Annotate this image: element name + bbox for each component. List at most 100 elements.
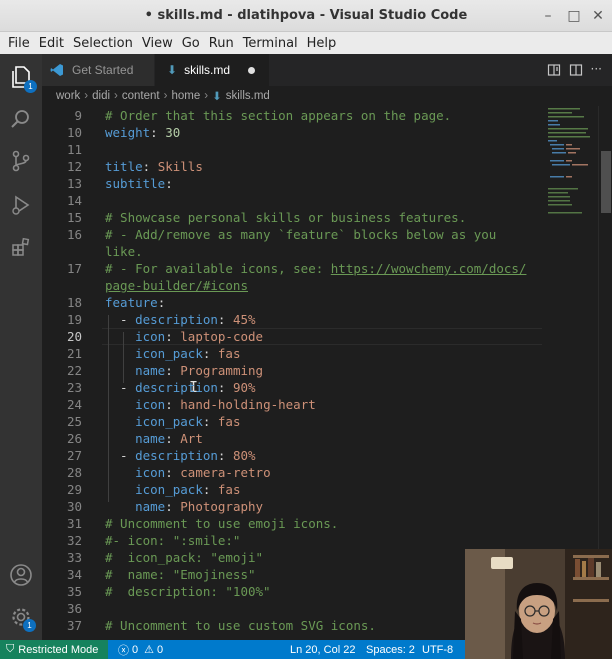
tab-bar: Get Started ⬇ skills.md ··· [42,54,612,86]
line-text: # description: "100%" [105,584,271,599]
modified-dot-icon[interactable] [248,66,256,74]
line-number: 31 [66,516,82,531]
line-number: 18 [66,295,82,310]
breadcrumb-item[interactable]: skills.md [226,90,270,102]
line-number: 16 [66,227,82,242]
line-text: icon_pack: fas [135,414,241,429]
menu-file[interactable]: File [4,36,34,51]
line-number: 32 [66,533,82,548]
split-editor-icon[interactable] [569,62,583,81]
title-bar: • skills.md - dlatihpova - Visual Studio… [0,0,612,32]
line-text: title: Skills [105,159,203,174]
line-text: name: Programming [135,363,264,378]
scrollbar-thumb[interactable] [601,151,611,213]
breadcrumb-item[interactable]: content [122,90,160,102]
line-number: 11 [66,142,82,157]
tab-skills-md[interactable]: ⬇ skills.md [155,54,269,86]
line-text: name: Photography [135,499,264,514]
line-text: icon: hand-holding-heart [135,397,316,412]
encoding-setting[interactable]: UTF-8 [422,640,453,659]
line-text: # name: "Emojiness" [105,567,256,582]
breadcrumb-item[interactable]: home [171,90,200,102]
line-text: # icon_pack: "emoji" [105,550,264,565]
line-text: icon_pack: fas [135,346,241,361]
menu-selection[interactable]: Selection [69,36,137,51]
menu-help[interactable]: Help [303,36,341,51]
line-number: 20 [66,329,82,344]
breadcrumb-item[interactable]: work [56,90,80,102]
menu-go[interactable]: Go [178,36,204,51]
menu-bar: File Edit Selection View Go Run Terminal… [0,32,612,54]
line-number: 17 [66,261,82,276]
indentation-setting[interactable]: Spaces: 2 [366,640,415,659]
problems-indicator[interactable]: ⓧ 0 ⚠ 0 [118,640,163,659]
line-number: 22 [66,363,82,378]
line-number: 25 [66,414,82,429]
explorer-icon[interactable]: 1 [6,62,37,93]
tab-label: Get Started [72,63,134,77]
menu-run[interactable]: Run [205,36,238,51]
line-number: 12 [66,159,82,174]
breadcrumb-item[interactable]: didi [92,90,110,102]
line-text: #- icon: ":smile:" [105,533,241,548]
explorer-badge: 1 [24,80,37,93]
cursor-position[interactable]: Ln 20, Col 22 [290,640,355,659]
line-text: # Uncomment to use emoji icons. [105,516,339,531]
markdown-arrow-icon: ⬇ [167,63,178,77]
maximize-icon[interactable]: □ [566,8,582,24]
line-number: 23 [66,380,82,395]
source-control-icon[interactable] [6,146,36,176]
restricted-mode-indicator[interactable]: ⛉ Restricted Mode [0,640,108,659]
minimize-icon[interactable]: – [540,8,556,24]
line-number: 36 [66,601,82,616]
open-preview-icon[interactable] [547,62,561,81]
search-icon[interactable] [6,104,36,134]
editor-actions: ··· [547,62,602,81]
account-icon[interactable] [6,560,36,590]
chevron-right-icon: › [114,90,118,102]
line-number: 30 [66,499,82,514]
line-number: 21 [66,346,82,361]
warning-icon: ⚠ [144,644,154,656]
chevron-right-icon: › [84,90,89,102]
line-number: 26 [66,431,82,446]
line-number: 10 [66,125,82,140]
line-number: 13 [66,176,82,191]
error-count: 0 [132,643,139,656]
line-text: # Showcase personal skills or business f… [105,210,467,225]
menu-view[interactable]: View [138,36,177,51]
line-number: 15 [66,210,82,225]
extensions-icon[interactable] [6,232,36,262]
restricted-mode-label: Restricted Mode [18,643,99,656]
error-icon: ⓧ [118,644,129,657]
line-number: 19 [66,312,82,327]
minimap-preview [548,108,590,214]
webcam-person-image [465,549,612,659]
line-text: icon: laptop-code [135,329,264,344]
menu-terminal[interactable]: Terminal [239,36,302,51]
menu-edit[interactable]: Edit [35,36,68,51]
line-text: weight: 30 [105,125,181,140]
line-text: # Order that this section appears on the… [105,108,452,123]
line-text: # - For available icons, see: https://wo… [105,261,527,276]
line-text: name: Art [135,431,203,446]
line-number: 27 [66,448,82,463]
close-icon[interactable]: ✕ [590,8,606,24]
line-number: 9 [74,108,82,123]
tab-label: skills.md [184,63,231,77]
shield-icon: ⛉ [6,643,15,655]
line-number: 29 [66,482,82,497]
line-text: # Uncomment to use custom SVG icons. [105,618,376,633]
line-number: 33 [66,550,82,565]
more-actions-icon[interactable]: ··· [591,62,602,81]
chevron-right-icon: › [163,90,168,102]
markdown-arrow-icon: ⬇ [212,91,222,103]
line-number: 35 [66,584,82,599]
line-number: 14 [66,193,82,208]
manage-gear-icon[interactable]: 1 [6,602,36,632]
webcam-overlay [465,549,612,659]
run-debug-icon[interactable] [6,190,36,220]
line-text: page-builder/#icons [105,278,248,293]
tab-get-started[interactable]: Get Started [42,54,154,86]
line-text: # - Add/remove as many `feature` blocks … [105,227,497,242]
